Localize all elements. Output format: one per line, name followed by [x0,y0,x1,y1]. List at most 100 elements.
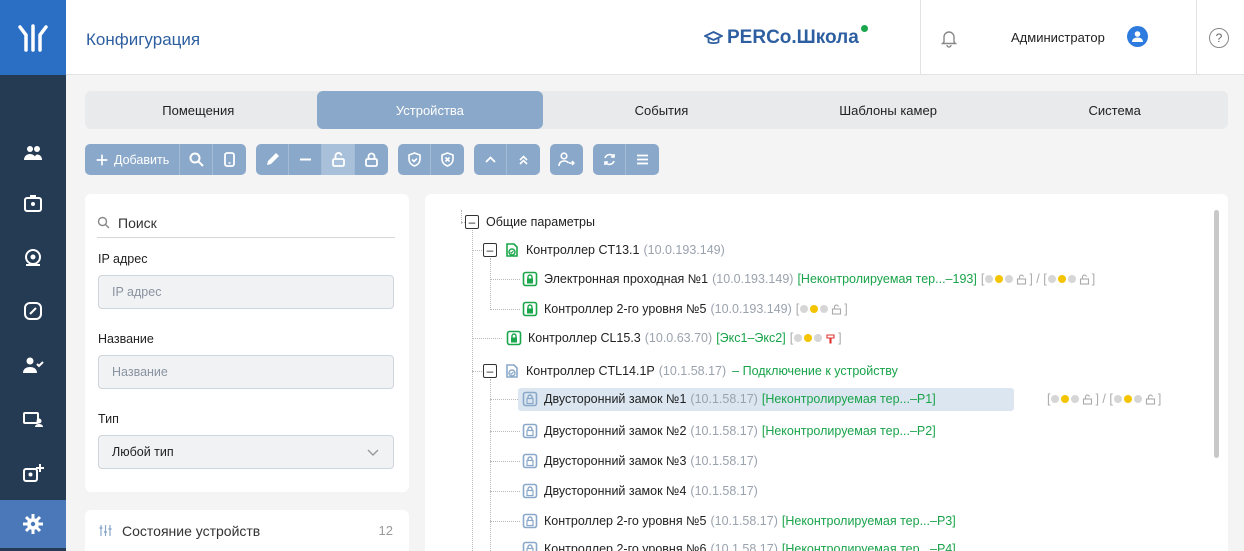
left-sidebar [0,0,66,551]
tree-scrollbar[interactable] [1214,210,1219,458]
remove-button[interactable] [289,144,323,175]
unlock-icon [331,152,345,167]
chevron-up-icon [485,156,496,163]
collapse-toggle[interactable]: – [465,215,479,229]
lock-device-icon [522,423,538,439]
double-chevron-up-icon [519,155,528,165]
tree-node-device[interactable]: Электронная проходная №1 (10.0.193.149) … [522,268,1095,290]
tab-events[interactable]: События [548,91,775,129]
chevron-down-icon [367,449,379,456]
search-icon [189,152,204,167]
tree-node-controller[interactable]: – Контроллер CT13.1 (10.0.193.149) [483,239,725,261]
brand-logo: PERCo.Школа [704,25,868,49]
tree-node-device[interactable]: Контроллер 2-го уровня №6 (10.1.58.17) [… [522,538,956,551]
status-indicator-group: [ ] / [ ] [1047,392,1162,406]
tree-node-ip: (10.1.58.17) [710,542,778,551]
menu-button[interactable] [626,144,659,175]
move-top-button[interactable] [507,144,540,175]
bell-icon[interactable] [939,28,959,48]
device-button[interactable] [213,144,246,175]
nav-configuration[interactable] [0,500,66,548]
tab-rooms[interactable]: Помещения [85,91,312,129]
connection-status: – Подключение к устройству [732,364,898,378]
tree-connector [472,230,473,551]
tree-node-controller[interactable]: – Контроллер CTL14.1P (10.1.58.17) – Под… [483,360,898,382]
name-input[interactable]: Название [98,355,394,389]
brand-status-dot [860,25,868,32]
tree-node-device-selected[interactable]: Двусторонний замок №1 (10.1.58.17) [Неко… [522,388,936,410]
device-state-count: 12 [378,523,393,538]
tree-connector [490,431,520,432]
turnstile-alarm-icon [826,333,835,344]
refresh-button[interactable] [593,144,627,175]
nav-reports[interactable] [0,392,66,446]
nav-staff[interactable] [0,130,66,176]
tree-connector [490,521,520,522]
user-icon [1132,31,1143,42]
tree-connector [472,250,482,251]
tree-node-zone: [Неконтролируемая тер...–P2] [761,424,936,438]
arm-button[interactable] [398,144,432,175]
nav-control[interactable] [0,230,66,284]
tab-devices[interactable]: Устройства [316,91,544,129]
nav-access[interactable] [0,284,66,338]
tree-node-label: Двусторонний замок №1 [544,392,687,406]
tree-node-label: Двусторонний замок №2 [544,424,687,438]
lock-device-icon [522,483,538,499]
ip-input[interactable]: IP адрес [98,275,394,309]
lock-device-icon [522,271,538,287]
collapse-toggle[interactable]: – [483,364,497,378]
move-up-button[interactable] [474,144,508,175]
disarm-button[interactable] [431,144,464,175]
perco-logo-icon [18,23,48,52]
help-icon[interactable]: ? [1209,28,1229,48]
unlock-button[interactable] [322,144,356,175]
person-check-icon [23,357,44,373]
user-name[interactable]: Администратор [1011,30,1105,45]
tree-node-device[interactable]: Двусторонний замок №3 (10.1.58.17) [522,450,758,472]
type-select[interactable]: Любой тип [98,435,394,469]
tree-node-label: Контроллер 2-го уровня №5 [544,302,707,316]
transfer-button[interactable] [550,144,583,175]
lock-device-icon [522,453,538,469]
tab-system[interactable]: Система [1001,91,1228,129]
toolbar-group-misc [593,144,660,175]
tree-node-device[interactable]: Двусторонний замок №4 (10.1.58.17) [522,480,758,502]
tree-connector [472,371,482,372]
collapse-toggle[interactable]: – [483,243,497,257]
search-device-button[interactable] [180,144,214,175]
device-icon [224,152,236,167]
tree-node-label: Контроллер 2-го уровня №5 [544,514,707,528]
unlock-icon [832,304,842,315]
tree-connector [490,279,520,280]
tree-node-root[interactable]: – Общие параметры [465,211,595,233]
search-icon [97,216,110,229]
badge-icon [24,195,42,212]
link-icon [24,302,42,320]
nav-add-employee[interactable] [0,446,66,500]
lock-device-icon [522,513,538,529]
controller-online-icon [506,243,518,257]
app-logo[interactable] [0,0,66,75]
tree-node-ip: (10.0.63.70) [644,331,713,345]
tree-node-controller[interactable]: Контроллер CL15.3 (10.0.63.70) [Экс1–Экс… [506,327,842,349]
add-button[interactable]: Добавить [85,144,181,175]
lock-device-icon [522,541,538,551]
search-row[interactable]: Поиск [97,208,395,238]
tree-node-device[interactable]: Контроллер 2-го уровня №5 (10.0.193.149)… [522,298,848,320]
edit-button[interactable] [256,144,290,175]
nav-visitors[interactable] [0,176,66,230]
device-state-panel[interactable]: Состояние устройств 12 [85,510,409,551]
lock-icon [365,152,379,167]
tree-node-label: Двусторонний замок №3 [544,454,687,468]
tree-node-device[interactable]: Двусторонний замок №2 (10.1.58.17) [Неко… [522,420,936,442]
menu-icon [637,154,649,165]
tab-camera-templates[interactable]: Шаблоны камер [775,91,1002,129]
monitoring-icon [25,249,41,266]
tree-node-device[interactable]: Контроллер 2-го уровня №5 (10.1.58.17) [… [522,510,956,532]
lock-button[interactable] [355,144,388,175]
type-label: Тип [98,412,119,426]
avatar[interactable] [1127,26,1148,47]
badge-add-icon [23,464,44,482]
nav-attendance[interactable] [0,338,66,392]
